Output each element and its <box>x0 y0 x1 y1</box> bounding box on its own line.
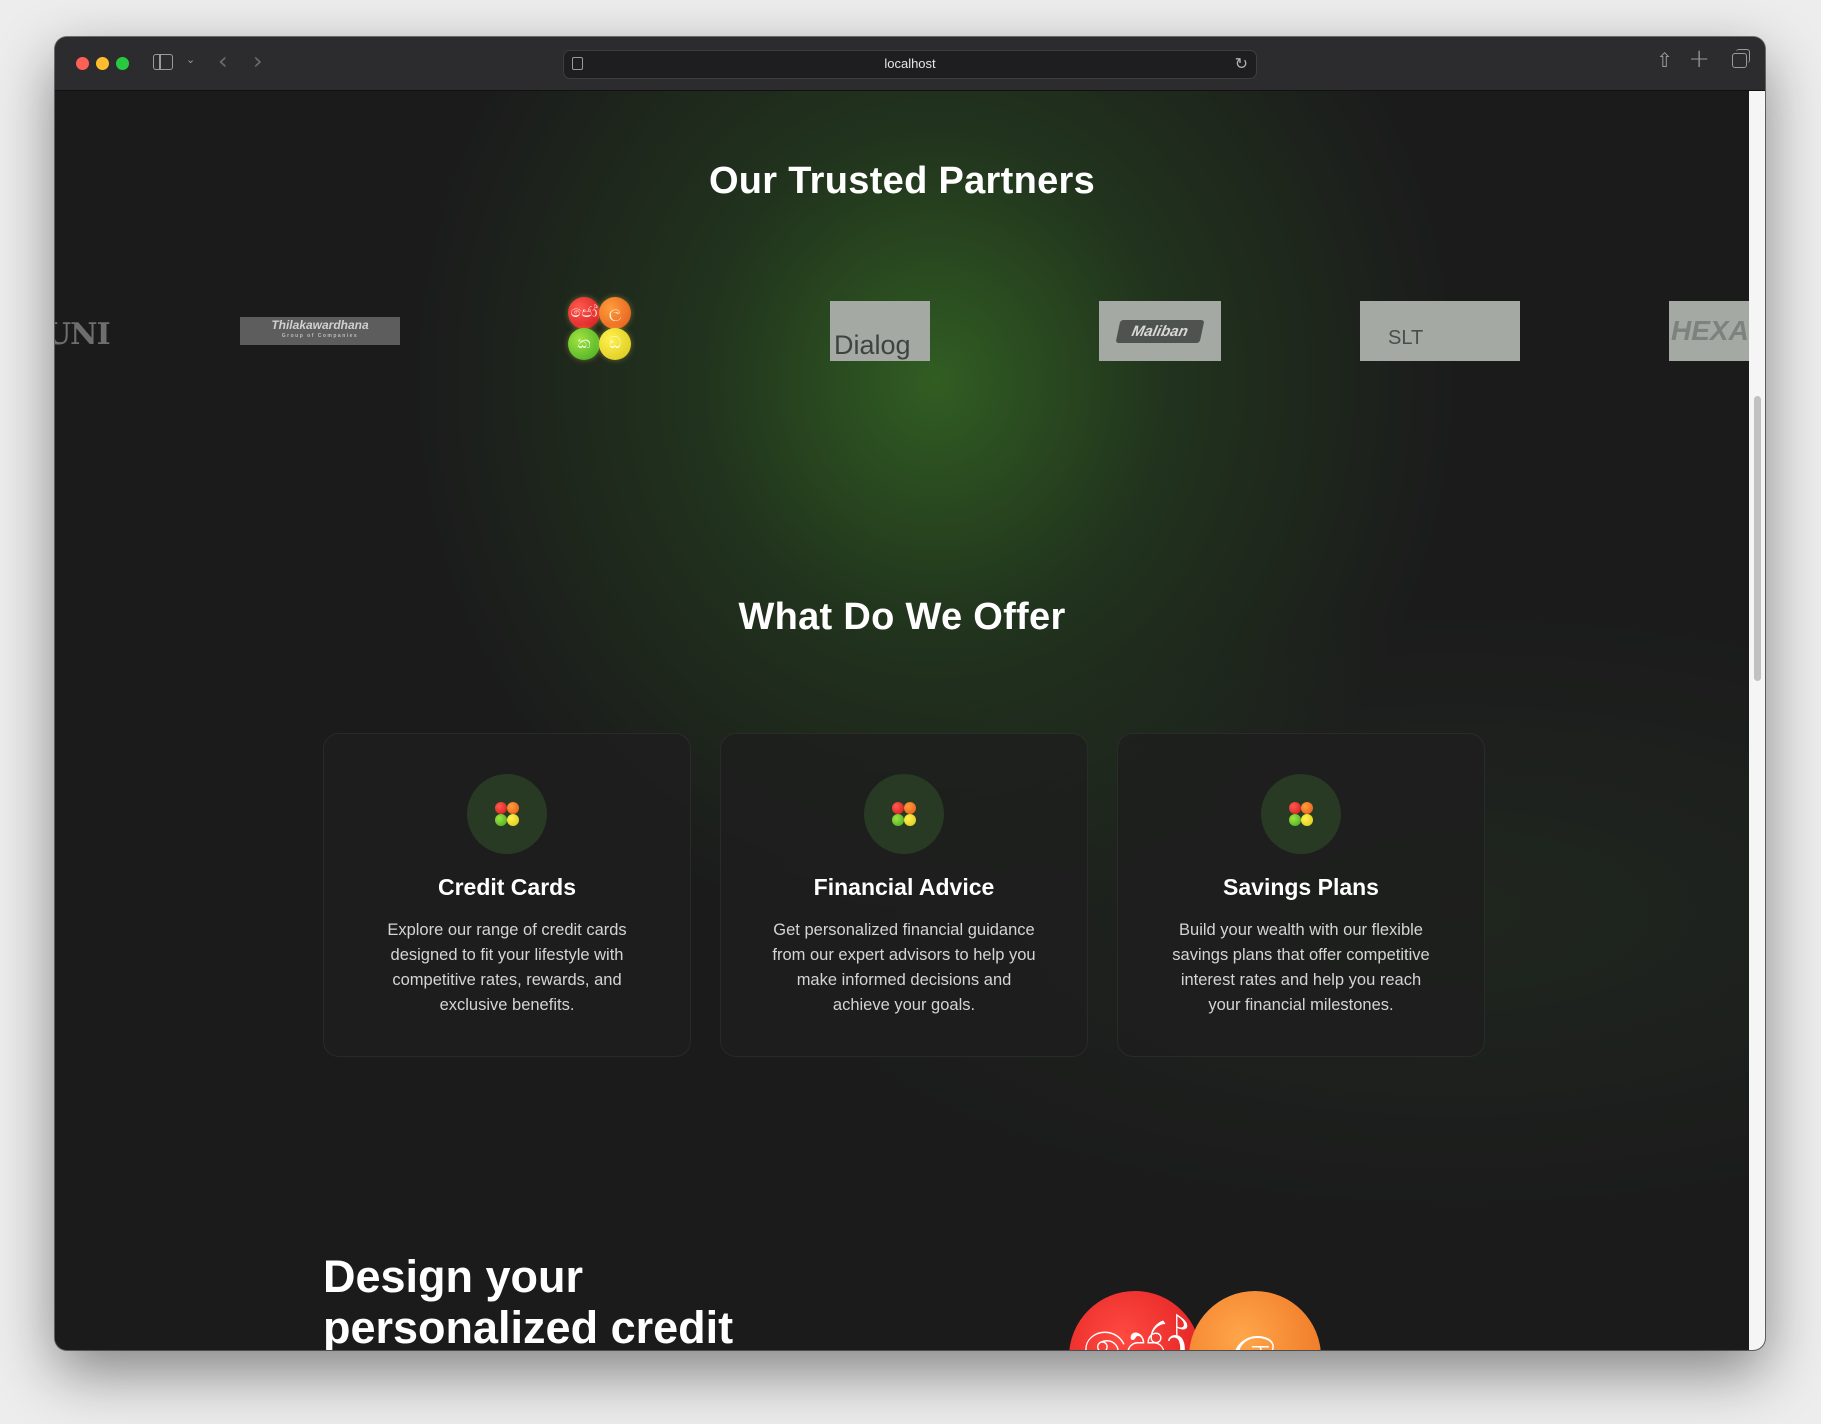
logo-ball-green: ක <box>568 328 600 360</box>
card-title: Savings Plans <box>1223 874 1379 900</box>
plus-icon[interactable]: + <box>1688 44 1710 74</box>
card-icon-circle <box>467 774 547 854</box>
mini-ball-red <box>1289 802 1301 814</box>
partner-logo-dialog: Dialog <box>830 301 930 361</box>
minimize-window-button[interactable] <box>96 57 109 70</box>
partners-title: Our Trusted Partners <box>708 160 1096 202</box>
big-ball-red: ජෝ <box>1069 1291 1201 1350</box>
partner-logo-maliban-text: Maliban <box>1115 319 1205 343</box>
scrollbar-thumb[interactable] <box>1754 396 1761 681</box>
card-description: Get personalized financial guidance from… <box>772 921 1036 1014</box>
balls-logo-icon <box>1289 802 1313 826</box>
mini-ball-green <box>892 814 904 826</box>
partner-logo-thilakawardhana-subtext: Group of Companies <box>281 333 359 339</box>
mini-ball-orange <box>507 802 519 814</box>
forward-icon[interactable]: › <box>253 47 263 75</box>
partner-logo-thilakawardhana: Thilakawardhana Group of Companies <box>240 317 400 345</box>
browser-window: ⌄ ‹ › localhost ↻ ⇧ + Our Trusted Partne… <box>55 37 1765 1350</box>
page-viewport: Our Trusted Partners UNI Thilakawardhana… <box>55 91 1749 1350</box>
offer-title: What Do We Offer <box>738 596 1066 638</box>
mini-ball-orange <box>904 802 916 814</box>
partner-logo-dialog-text: Dialog <box>834 330 911 360</box>
card-title: Financial Advice <box>813 874 995 900</box>
partner-logo-uni-text: UNI <box>55 316 111 352</box>
close-window-button[interactable] <box>76 57 89 70</box>
partner-logo-thilakawardhana-text: Thilakawardhana <box>271 318 369 332</box>
mini-ball-yellow <box>1301 814 1313 826</box>
url-text[interactable]: localhost <box>564 56 1256 71</box>
reload-icon[interactable]: ↻ <box>1235 54 1248 73</box>
mini-ball-green <box>1289 814 1301 826</box>
balls-logo-icon <box>892 802 916 826</box>
tabs-icon[interactable] <box>1732 49 1750 68</box>
card-description: Explore our range of credit cards design… <box>387 921 627 1014</box>
design-card-title: Design your personalized credit card <box>323 1251 734 1350</box>
design-balls-logo: ජෝ ල <box>1069 1291 1329 1350</box>
partner-logo-uni: UNI <box>55 313 117 355</box>
address-bar[interactable]: localhost ↻ <box>563 50 1257 79</box>
logo-ball-yellow: ඩ <box>599 328 631 360</box>
browser-toolbar: ⌄ ‹ › localhost ↻ ⇧ + <box>55 37 1765 91</box>
chevron-down-icon[interactable]: ⌄ <box>186 53 195 66</box>
logo-ball-orange: ල <box>599 297 631 329</box>
mini-ball-red <box>495 802 507 814</box>
mini-ball-red <box>892 802 904 814</box>
card-icon-circle <box>864 774 944 854</box>
partner-logo-hexa-text: HEXA <box>1671 315 1749 346</box>
mini-ball-yellow <box>904 814 916 826</box>
partner-logo-hexa: HEXA <box>1669 301 1749 361</box>
partner-logo-maliban: Maliban <box>1099 301 1221 361</box>
partner-logo-balls: ජෝ ල ක ඩ <box>568 297 632 361</box>
zoom-window-button[interactable] <box>116 57 129 70</box>
offer-card-credit-cards[interactable]: Credit Cards Explore our range of credit… <box>323 733 691 1057</box>
mini-ball-yellow <box>507 814 519 826</box>
logo-ball-red: ජෝ <box>568 297 600 329</box>
scrollbar[interactable] <box>1749 91 1765 1350</box>
partner-logo-slt: SLT <box>1360 301 1520 361</box>
card-title: Credit Cards <box>437 874 577 900</box>
mini-ball-orange <box>1301 802 1313 814</box>
share-icon[interactable]: ⇧ <box>1656 48 1673 72</box>
back-icon[interactable]: ‹ <box>218 47 228 75</box>
balls-logo-icon <box>495 802 519 826</box>
card-icon-circle <box>1261 774 1341 854</box>
offer-card-financial-advice[interactable]: Financial Advice Get personalized financ… <box>720 733 1088 1057</box>
sidebar-icon[interactable] <box>153 54 173 70</box>
mini-ball-green <box>495 814 507 826</box>
card-description: Build your wealth with our flexible savi… <box>1172 921 1430 1014</box>
partner-logo-slt-text: SLT <box>1388 326 1424 349</box>
offer-card-savings-plans[interactable]: Savings Plans Build your wealth with our… <box>1117 733 1485 1057</box>
big-ball-orange: ල <box>1189 1291 1321 1350</box>
